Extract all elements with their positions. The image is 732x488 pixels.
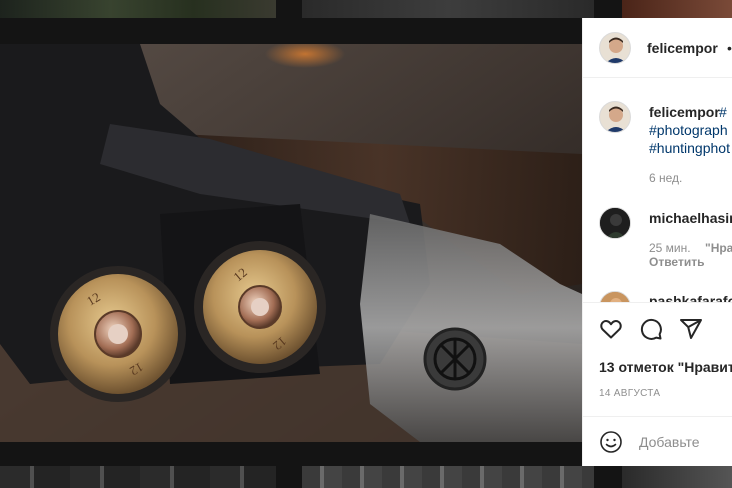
send-icon[interactable] [679, 317, 703, 341]
commenter-name[interactable]: pashkafarafo [649, 293, 732, 302]
heart-icon[interactable] [599, 317, 623, 341]
caption-hashtag[interactable]: #huntingphot [649, 140, 730, 156]
grid-thumbnail [622, 0, 732, 18]
user-avatar-icon [600, 292, 630, 302]
grid-thumbnail [0, 0, 276, 18]
comment-likes-link[interactable]: "Нра [705, 241, 732, 255]
user-avatar-icon [600, 208, 630, 238]
commenter-name[interactable]: michaelhasin [649, 210, 732, 226]
author-avatar[interactable] [599, 32, 631, 64]
user-avatar-icon [600, 102, 630, 132]
comment-time: 25 мин. [649, 241, 691, 255]
post-side-panel: felicempor • felicempor # #photograph #h… [582, 18, 732, 466]
commenter-avatar[interactable] [599, 291, 631, 302]
shotgun-shells-image: 12 12 12 12 [0, 44, 582, 442]
post-photo[interactable]: 12 12 12 12 [0, 44, 582, 442]
post-actions: 13 отметок "Нравит 14 АВГУСТА [583, 302, 732, 416]
caption-hashtag[interactable]: #photograph [649, 122, 728, 138]
post-header: felicempor • [583, 18, 732, 78]
post-author-name[interactable]: felicempor [647, 40, 718, 56]
add-comment-bar: Добавьте [583, 416, 732, 466]
emoji-icon[interactable] [599, 430, 623, 454]
header-separator: • [727, 40, 732, 56]
grid-thumbnail [0, 466, 276, 488]
commenter-avatar[interactable] [599, 207, 631, 239]
likes-count[interactable]: 13 отметок "Нравит [599, 359, 732, 375]
caption-hashtag[interactable]: # [719, 104, 727, 120]
grid-thumbnail [622, 466, 732, 488]
post-time: 6 нед. [649, 171, 683, 185]
comment-icon[interactable] [639, 317, 663, 341]
grid-thumbnail [302, 0, 594, 18]
post-date: 14 АВГУСТА [599, 388, 661, 399]
caption-author-name[interactable]: felicempor [649, 104, 720, 120]
author-avatar[interactable] [599, 101, 631, 133]
comments-list: felicempor # #photograph #huntingphot 6 … [583, 79, 732, 302]
user-avatar-icon [600, 33, 630, 63]
grid-thumbnail [302, 466, 594, 488]
reply-button[interactable]: Ответить [649, 255, 704, 269]
comment-input[interactable]: Добавьте [639, 434, 700, 450]
